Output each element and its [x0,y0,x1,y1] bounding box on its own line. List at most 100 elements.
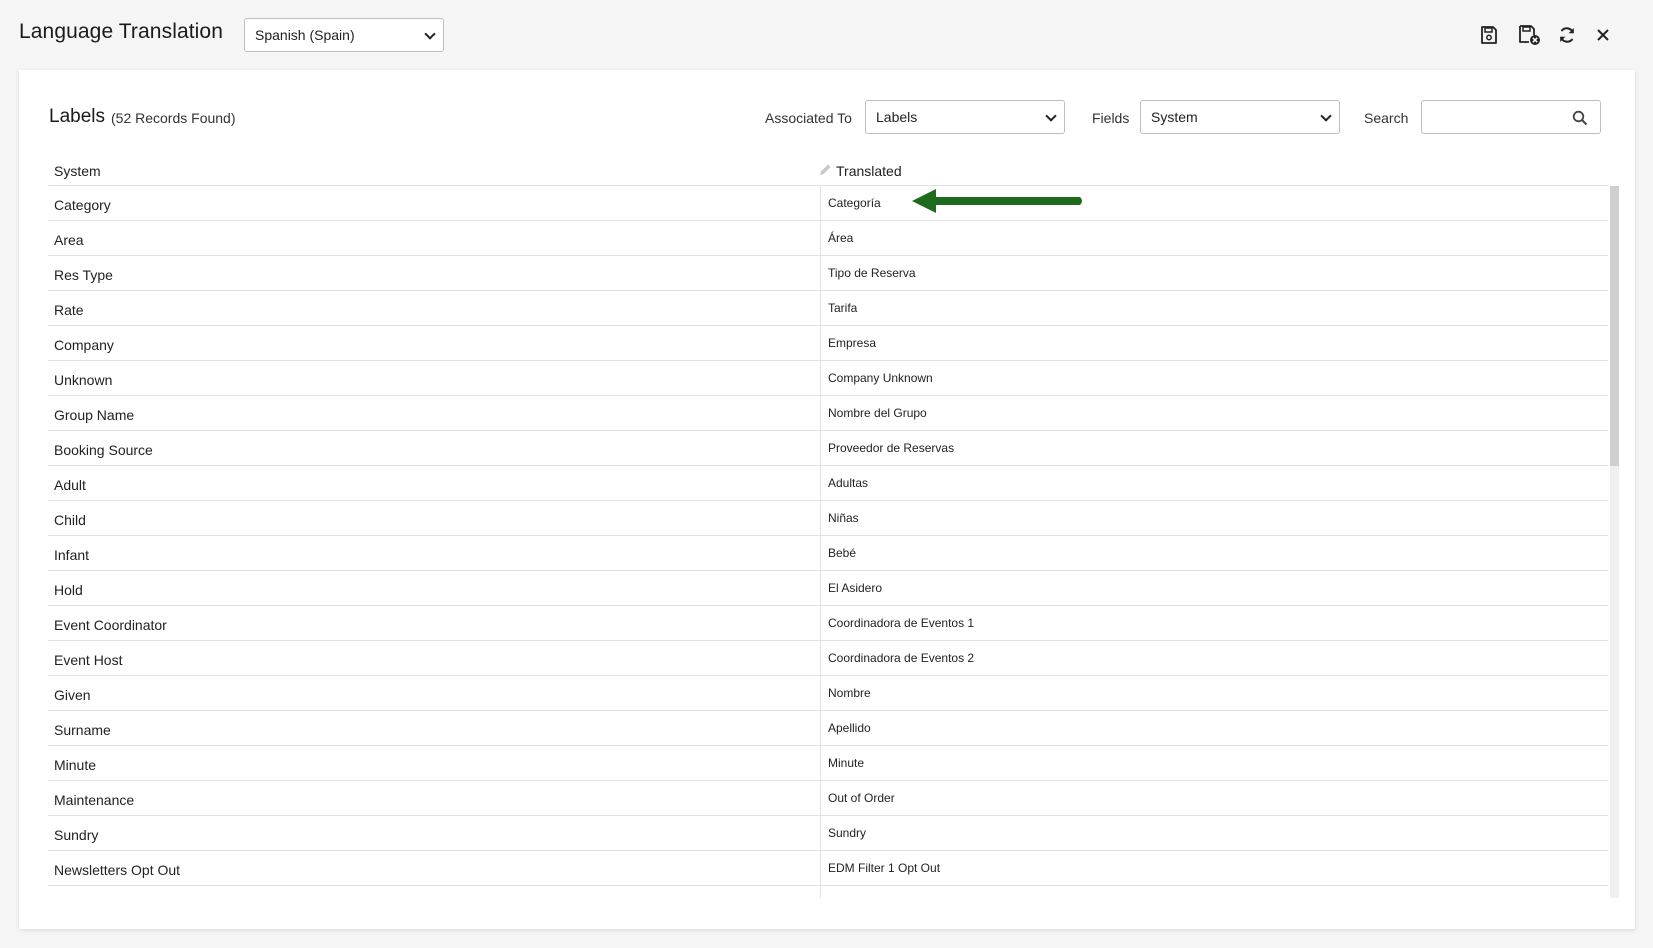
table-row[interactable]: Minute Minute [48,746,1608,781]
associated-to-value: Labels [876,109,918,125]
table-row[interactable]: Category Categoría [48,186,1608,221]
column-divider [820,606,821,641]
table-row[interactable]: Adult Adultas [48,466,1608,501]
table-row[interactable]: Event Coordinator Coordinadora de Eventos… [48,606,1608,641]
labels-panel: Labels (52 Records Found) Associated To … [19,70,1635,929]
chevron-down-icon [424,28,436,40]
fields-value: System [1151,109,1198,125]
system-cell: Unknown [54,372,113,388]
column-divider [820,816,821,851]
translated-cell[interactable]: Nombre [828,686,871,700]
translated-cell[interactable]: Proveedor de Reservas [828,441,954,455]
table-row[interactable]: Res Type Tipo de Reserva [48,256,1608,291]
translated-cell[interactable]: Área [828,231,853,245]
column-divider [820,361,821,396]
system-cell: Surname [54,722,111,738]
column-header-system: System [54,163,101,179]
scrollbar-thumb[interactable] [1610,186,1619,466]
system-cell: Hold [54,582,83,598]
table-row[interactable]: Surname Apellido [48,711,1608,746]
translated-cell[interactable]: Minute [828,756,864,770]
translated-cell[interactable]: Categoría [828,196,881,210]
table-row[interactable]: Booking Source Proveedor de Reservas [48,431,1608,466]
translated-cell[interactable]: Niñas [828,511,859,525]
translated-cell[interactable]: Out of Order [828,791,895,805]
table-row[interactable]: Newsletters Opt Out EDM Filter 1 Opt Out [48,851,1608,886]
table-row[interactable]: Area Área [48,221,1608,256]
column-divider [820,641,821,676]
system-cell: Adult [54,477,86,493]
column-divider [820,466,821,501]
save-and-close-icon[interactable] [1516,22,1542,48]
column-divider [820,711,821,746]
column-divider [820,291,821,326]
system-cell: Infant [54,547,90,563]
table-row[interactable]: Maintenance Out of Order [48,781,1608,816]
table-row[interactable]: Hold El Asidero [48,571,1608,606]
table-row[interactable]: Unknown Company Unknown [48,361,1608,396]
table-row[interactable]: Rate Tarifa [48,291,1608,326]
column-divider [820,851,821,886]
close-icon[interactable] [1590,22,1616,48]
column-divider [820,746,821,781]
associated-to-select[interactable]: Labels [865,100,1065,134]
column-divider [820,676,821,711]
translated-cell[interactable]: Coordinadora de Eventos 1 [828,616,974,630]
translated-cell[interactable]: Empresa [828,336,876,350]
system-cell: Minute [54,757,97,773]
column-divider [820,326,821,361]
translated-cell[interactable]: Coordinadora de Eventos 2 [828,651,974,665]
translated-cell[interactable]: Tipo de Reserva [828,266,916,280]
translated-cell[interactable]: Bebé [828,546,856,560]
column-divider [820,501,821,536]
save-icon[interactable] [1476,22,1502,48]
translated-cell[interactable]: Nombre del Grupo [828,406,927,420]
system-cell: Area [54,232,84,248]
table-row[interactable]: Child Niñas [48,501,1608,536]
page-title: Language Translation [19,20,223,43]
refresh-icon[interactable] [1554,22,1580,48]
translated-cell[interactable]: Apellido [828,721,871,735]
scrollbar[interactable] [1610,186,1619,898]
column-divider [820,571,821,606]
chevron-down-icon [1320,110,1332,122]
table-row[interactable]: Company Empresa [48,326,1608,361]
translated-cell[interactable]: EDM Filter 1 Opt Out [828,861,940,875]
translated-cell[interactable]: Company Unknown [828,371,933,385]
translated-cell[interactable]: Sundry [828,826,866,840]
table-row[interactable]: EDM Filter 2 Opt Out [48,886,1608,898]
system-cell: Rate [54,302,84,318]
table-row[interactable]: Sundry Sundry [48,816,1608,851]
translated-cell[interactable]: Adultas [828,476,868,490]
search-icon[interactable] [1572,110,1588,126]
system-cell: Category [54,197,111,213]
chevron-down-icon [1045,110,1057,122]
records-count: (52 Records Found) [111,110,236,126]
search-input[interactable] [1421,100,1601,134]
table-row[interactable]: Group Name Nombre del Grupo [48,396,1608,431]
translated-cell[interactable]: El Asidero [828,581,882,595]
system-cell: Child [54,512,86,528]
fields-label: Fields [1092,110,1130,126]
table-row[interactable]: Event Host Coordinadora de Eventos 2 [48,641,1608,676]
associated-to-label: Associated To [765,110,852,126]
translated-cell[interactable]: EDM Filter 2 Opt Out [828,896,940,898]
column-divider [820,431,821,466]
language-select[interactable]: Spanish (Spain) [244,18,444,52]
column-divider [820,221,821,256]
table-row[interactable]: Infant Bebé [48,536,1608,571]
language-select-value: Spanish (Spain) [255,27,355,43]
top-bar: Language Translation Spanish (Spain) [0,0,1653,70]
system-cell: Group Name [54,407,135,423]
column-header-translated: Translated [836,163,902,179]
table-body: Category Categoría Area Área Res Type Tipo de… [48,186,1608,898]
search-label: Search [1364,110,1409,126]
system-cell: Event Host [54,652,123,668]
table-header: System Translated [48,154,1608,186]
fields-select[interactable]: System [1140,100,1340,134]
pencil-icon [820,164,831,175]
table-row[interactable]: Given Nombre [48,676,1608,711]
translated-cell[interactable]: Tarifa [828,301,857,315]
labels-table: System Translated Category Categoría Area Á… [48,154,1619,898]
column-divider [820,396,821,431]
